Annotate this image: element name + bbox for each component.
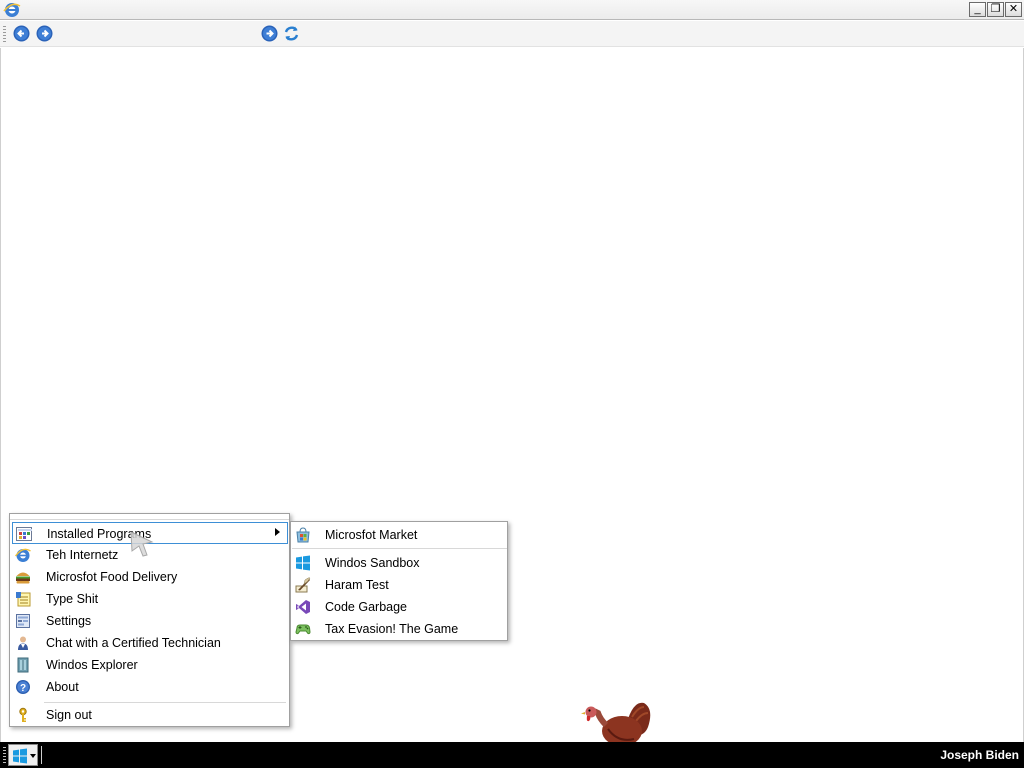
minimize-button[interactable]: _ bbox=[969, 2, 986, 17]
menu-item-type-shit[interactable]: Type Shit bbox=[12, 588, 288, 610]
submenu-item-label: Haram Test bbox=[325, 578, 389, 592]
address-input[interactable] bbox=[58, 25, 256, 43]
menu-item-label: Sign out bbox=[46, 708, 92, 722]
settings-icon bbox=[16, 614, 30, 628]
submenu-item-microsfot-market[interactable]: Microsfot Market bbox=[292, 524, 507, 546]
menu-item-label: Teh Internetz bbox=[46, 548, 119, 562]
menu-item-label: Windos Explorer bbox=[46, 658, 138, 672]
submenu-item-label: Windos Sandbox bbox=[325, 556, 420, 570]
menu-item-food-delivery[interactable]: Microsfot Food Delivery bbox=[12, 566, 288, 588]
desktop: _ ❐ ✕ Installed Programs Teh Internetz M… bbox=[0, 0, 1024, 768]
market-icon bbox=[296, 527, 310, 543]
mouse-cursor-icon bbox=[130, 531, 154, 557]
quill-icon bbox=[295, 577, 311, 593]
installed-programs-submenu: Microsfot Market Windos Sandbox Haram Te… bbox=[290, 521, 508, 641]
submenu-item-label: Tax Evasion! The Game bbox=[325, 622, 459, 636]
submenu-item-code-garbage[interactable]: Code Garbage bbox=[292, 596, 507, 618]
close-button[interactable]: ✕ bbox=[1005, 2, 1022, 17]
internet-explorer-icon bbox=[15, 548, 31, 562]
start-menu-header bbox=[10, 514, 289, 520]
back-arrow-icon[interactable] bbox=[13, 25, 30, 42]
submenu-item-label: Microsfot Market bbox=[325, 528, 418, 542]
submenu-item-windos-sandbox[interactable]: Windos Sandbox bbox=[292, 552, 507, 574]
menu-item-settings[interactable]: Settings bbox=[12, 610, 288, 632]
submenu-item-label: Code Garbage bbox=[325, 600, 408, 614]
menu-separator bbox=[44, 702, 286, 703]
user-name-label[interactable]: Joseph Biden bbox=[940, 748, 1019, 762]
key-icon bbox=[19, 707, 27, 722]
submenu-item-haram-test[interactable]: Haram Test bbox=[292, 574, 507, 596]
technician-icon bbox=[18, 636, 28, 650]
taskbar: Joseph Biden bbox=[0, 742, 1024, 768]
go-arrow-icon[interactable] bbox=[261, 25, 278, 42]
game-controller-icon bbox=[295, 624, 311, 635]
programs-grid-icon bbox=[16, 527, 32, 541]
svg-text:?: ? bbox=[20, 683, 26, 694]
start-button[interactable] bbox=[8, 744, 38, 766]
maximize-button[interactable]: ❐ bbox=[987, 2, 1004, 17]
notepad-icon bbox=[16, 592, 31, 607]
title-bar: _ ❐ ✕ bbox=[0, 0, 1024, 20]
menu-separator bbox=[292, 548, 507, 549]
menu-item-label: Type Shit bbox=[46, 592, 99, 606]
help-icon: ? bbox=[16, 680, 30, 694]
windows-logo-icon bbox=[296, 555, 310, 571]
menu-item-label: Microsfot Food Delivery bbox=[46, 570, 178, 584]
windows-logo-icon bbox=[13, 748, 27, 764]
taskbar-grip[interactable] bbox=[3, 747, 6, 763]
taskbar-divider bbox=[41, 746, 42, 764]
navigation-bar bbox=[0, 21, 1024, 47]
menu-item-label: About bbox=[46, 680, 79, 694]
internet-explorer-icon[interactable] bbox=[3, 1, 21, 19]
menu-item-chat-technician[interactable]: Chat with a Certified Technician bbox=[12, 632, 288, 654]
burger-icon bbox=[16, 572, 30, 584]
submenu-item-tax-evasion-game[interactable]: Tax Evasion! The Game bbox=[292, 618, 507, 640]
toolbar-grip[interactable] bbox=[3, 26, 6, 42]
menu-item-about[interactable]: ? About bbox=[12, 676, 288, 698]
menu-item-label: Settings bbox=[46, 614, 92, 628]
menu-item-sign-out[interactable]: Sign out bbox=[12, 704, 288, 726]
chevron-down-icon bbox=[30, 754, 36, 758]
explorer-icon bbox=[17, 657, 29, 673]
refresh-icon[interactable] bbox=[283, 25, 300, 42]
menu-item-label: Chat with a Certified Technician bbox=[46, 636, 221, 650]
forward-arrow-icon[interactable] bbox=[36, 25, 53, 42]
menu-item-windos-explorer[interactable]: Windos Explorer bbox=[12, 654, 288, 676]
visual-studio-icon bbox=[296, 600, 310, 614]
submenu-arrow-icon bbox=[275, 528, 280, 536]
